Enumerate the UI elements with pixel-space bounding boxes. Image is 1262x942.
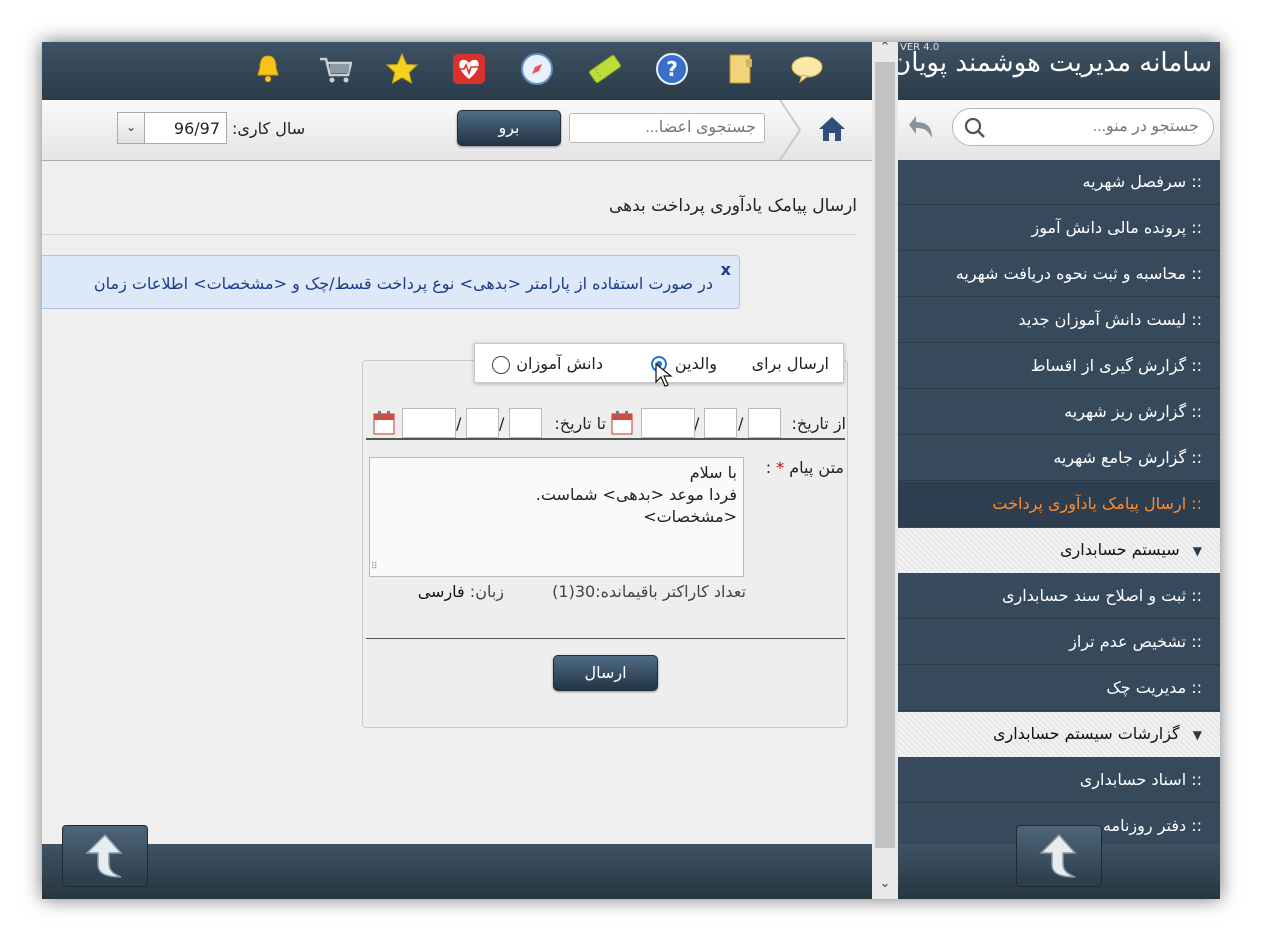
year-select[interactable]: ⌄ 96/97: [117, 112, 227, 144]
up-arrow-icon: [1039, 833, 1077, 878]
to-date-month[interactable]: [466, 408, 499, 438]
sidebar-item-check-management[interactable]: :: مدیریت چک: [898, 666, 1220, 711]
shopping-cart-icon[interactable]: [318, 52, 352, 86]
remaining-chars: تعداد کاراکتر باقیمانده:30(1): [552, 582, 746, 601]
send-to-label: ارسال برای: [751, 354, 829, 373]
send-button[interactable]: ارسال: [553, 655, 658, 691]
app-brand: سامانه مدیریت هوشمند پویان: [892, 48, 1212, 78]
member-search-input[interactable]: [569, 113, 765, 143]
sidebar-section-accounting[interactable]: ▼ سیستم حسابداری: [898, 528, 1220, 573]
help-icon[interactable]: ?: [655, 52, 689, 86]
brand-bar: VER 4.0 سامانه مدیریت هوشمند پویان: [892, 42, 1220, 100]
scroll-down-arrow[interactable]: ⌄: [872, 876, 898, 891]
to-date-year[interactable]: [402, 408, 456, 438]
heart-monitor-icon[interactable]: [452, 52, 486, 86]
menu-toolbar: [898, 100, 1220, 161]
page-title: ارسال پیامک یادآوری پرداخت بدهی: [608, 196, 857, 216]
chevron-down-icon[interactable]: ⌄: [118, 113, 145, 143]
sidebar-item-tuition-comprehensive[interactable]: :: گزارش جامع شهریه: [898, 436, 1220, 481]
remaining-label: تعداد کاراکتر باقیمانده:: [595, 582, 746, 601]
chat-bubble-icon[interactable]: [790, 52, 824, 86]
ticket-icon[interactable]: [587, 52, 621, 86]
required-mark: *: [776, 458, 785, 477]
sidebar-section-reports-label: گزارشات سیستم حسابداری: [992, 724, 1180, 743]
sidebar-item-tuition-calc[interactable]: :: محاسبه و ثبت نحوه دریافت شهریه: [898, 252, 1220, 297]
resize-grip-icon[interactable]: ⠿: [371, 563, 383, 575]
from-date-day[interactable]: [748, 408, 781, 438]
back-icon[interactable]: [908, 110, 938, 146]
date-separator: /: [738, 414, 744, 433]
top-icon-bar: ?: [42, 42, 872, 100]
scroll-top-button[interactable]: [62, 825, 148, 887]
breadcrumb-separator: [778, 99, 802, 161]
sidebar-item-accounting-voucher[interactable]: :: ثبت و اصلاح سند حسابداری: [898, 574, 1220, 619]
message-colon: :: [765, 458, 772, 477]
triangle-down-icon: ▼: [1192, 728, 1202, 742]
students-radio[interactable]: [492, 356, 510, 374]
year-value: 96/97: [173, 119, 220, 138]
search-icon[interactable]: [964, 117, 986, 139]
calendar-icon[interactable]: [611, 411, 633, 435]
star-icon[interactable]: [385, 52, 419, 86]
sidebar-section-reports[interactable]: ▼ گزارشات سیستم حسابداری: [898, 712, 1220, 757]
triangle-down-icon: ▼: [1192, 544, 1202, 558]
sidebar-item-payment-reminder-sms[interactable]: :: ارسال پیامک یادآوری پرداخت: [898, 482, 1220, 527]
message-textarea[interactable]: با سلام فردا موعد <بدهی> شماست. <مشخصات>: [369, 457, 744, 577]
home-icon[interactable]: [817, 114, 847, 144]
sidebar-item-student-file[interactable]: :: پرونده مالی دانش آموز: [898, 206, 1220, 251]
info-text: در صورت استفاده از پارامتر <بدهی> نوع پر…: [93, 274, 713, 293]
parents-option-label[interactable]: والدین: [675, 354, 717, 373]
date-separator: /: [456, 414, 462, 433]
scroll-up-arrow[interactable]: ⌃: [872, 42, 898, 55]
scrollbar-thumb[interactable]: [875, 62, 895, 848]
from-date-year[interactable]: [641, 408, 695, 438]
app-window: ? VER 4.0 سامانه مدیریت هوشمند پویان ⌃ ⌄…: [42, 42, 1220, 899]
svg-text:?: ?: [666, 57, 678, 81]
compass-icon[interactable]: [520, 52, 554, 86]
go-button[interactable]: برو: [457, 110, 561, 146]
year-label: سال کاری:: [232, 119, 306, 138]
sidebar-scroll-top-button[interactable]: [1016, 825, 1102, 887]
to-date-day[interactable]: [509, 408, 542, 438]
from-date-month[interactable]: [704, 408, 737, 438]
mouse-cursor-icon: [654, 362, 674, 388]
bell-icon[interactable]: [251, 52, 285, 86]
menu-search-input[interactable]: [952, 108, 1214, 146]
title-divider: [42, 234, 857, 235]
up-arrow-icon: [85, 833, 123, 878]
to-date-label: تا تاریخ:: [554, 414, 606, 433]
language-info: زبان: فارسی: [418, 582, 504, 601]
form-divider: [366, 638, 845, 639]
message-label: متن پیام: [789, 458, 844, 477]
sidebar-section-accounting-label: سیستم حسابداری: [1060, 540, 1180, 559]
students-option-label[interactable]: دانش آموزان: [516, 354, 603, 373]
sidebar-item-installments-report[interactable]: :: گزارش گیری از اقساط: [898, 344, 1220, 389]
sidebar-item-new-students[interactable]: :: لیست دانش آموزان جدید: [898, 298, 1220, 343]
close-icon[interactable]: x: [721, 260, 731, 279]
message-label-group: متن پیام * :: [766, 458, 844, 477]
sidebar-item-imbalance[interactable]: :: تشخیص عدم تراز: [898, 620, 1220, 665]
language-value: فارسی: [417, 582, 465, 601]
send-to-group: ارسال برای والدین دانش آموزان: [474, 343, 844, 387]
bottom-bar: [42, 844, 872, 899]
date-divider: [366, 438, 845, 440]
date-separator: /: [499, 414, 505, 433]
sidebar-item-tuition-headings[interactable]: :: سرفصل شهریه: [898, 160, 1220, 205]
from-date-label: از تاریخ:: [791, 414, 846, 433]
calendar-icon[interactable]: [373, 411, 395, 435]
sidebar-menu: :: سرفصل شهریه :: پرونده مالی دانش آموز …: [898, 160, 1220, 899]
language-label: زبان:: [469, 582, 504, 601]
notebook-icon[interactable]: [724, 52, 758, 86]
remaining-value: 30(1): [552, 582, 596, 601]
toolbar: برو سال کاری: ⌄ 96/97: [42, 99, 872, 161]
info-alert: x در صورت استفاده از پارامتر <بدهی> نوع …: [42, 255, 740, 309]
sidebar-item-accounting-docs[interactable]: :: اسناد حسابداری: [898, 758, 1220, 803]
sidebar-item-tuition-detail[interactable]: :: گزارش ریز شهریه: [898, 390, 1220, 435]
